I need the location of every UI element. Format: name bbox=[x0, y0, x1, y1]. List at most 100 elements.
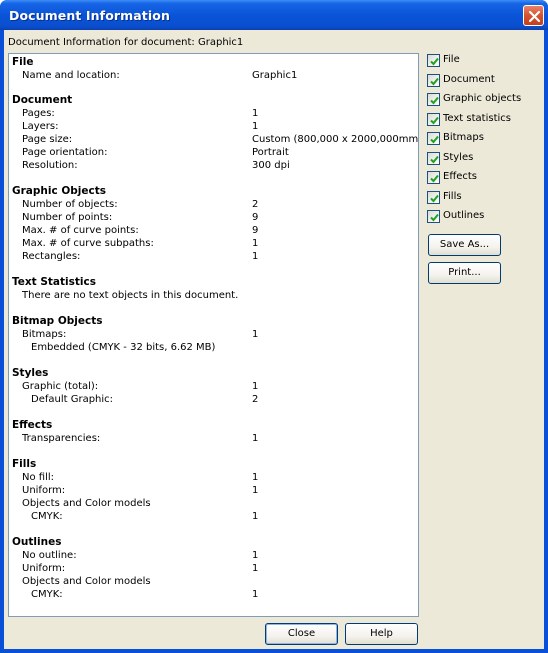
report-panel[interactable]: File Name and location: Graphic1 Document Pa… bbox=[8, 53, 419, 617]
info-value: 1 bbox=[252, 251, 259, 262]
checkmark-icon bbox=[430, 77, 439, 85]
checkmark-icon bbox=[430, 155, 439, 163]
checkmark-icon bbox=[430, 57, 439, 66]
info-label: Graphic (total): bbox=[22, 381, 99, 392]
section-title: Bitmap Objects bbox=[12, 315, 103, 327]
checkmark-icon bbox=[430, 194, 439, 202]
info-value: 1 bbox=[252, 563, 259, 574]
info-label: Number of objects: bbox=[22, 199, 118, 210]
info-text: There are no text objects in this docume… bbox=[22, 290, 239, 301]
checkbox-label: Graphic objects bbox=[443, 93, 522, 104]
checkbox-item[interactable]: Styles bbox=[427, 151, 537, 166]
info-value: 9 bbox=[252, 225, 259, 236]
info-value: 1 bbox=[252, 108, 259, 119]
info-label: Number of points: bbox=[22, 212, 113, 223]
checkbox[interactable] bbox=[427, 93, 440, 106]
info-value: 2 bbox=[252, 394, 259, 405]
info-label: Max. # of curve points: bbox=[22, 225, 139, 236]
info-text: Objects and Color models bbox=[22, 498, 151, 509]
checkbox-item[interactable]: File bbox=[427, 54, 537, 68]
close-icon bbox=[528, 10, 541, 23]
info-text: Objects and Color models bbox=[22, 576, 151, 587]
info-label: Max. # of curve subpaths: bbox=[22, 238, 154, 249]
checkbox[interactable] bbox=[427, 73, 440, 87]
info-label: Uniform: bbox=[22, 485, 66, 496]
info-value: 1 bbox=[252, 472, 259, 483]
checkbox-item[interactable]: Outlines bbox=[427, 210, 537, 224]
info-value: 1 bbox=[252, 433, 259, 444]
section-title: Outlines bbox=[12, 536, 62, 548]
checkmark-icon bbox=[430, 213, 439, 222]
checkbox[interactable] bbox=[427, 210, 440, 223]
section-title: File bbox=[12, 56, 34, 68]
checkbox-label: Fills bbox=[443, 190, 462, 202]
checkbox-label: Text statistics bbox=[443, 112, 511, 124]
info-label: Page orientation: bbox=[22, 147, 108, 158]
info-label: No fill: bbox=[22, 472, 55, 483]
checkbox-item[interactable]: Graphic objects bbox=[427, 93, 537, 107]
info-label: Rectangles: bbox=[22, 251, 81, 262]
info-label: Layers: bbox=[22, 121, 59, 132]
section-title: Text Statistics bbox=[12, 276, 96, 288]
section-title: Fills bbox=[12, 458, 37, 470]
info-text: Embedded (CMYK - 32 bits, 6.62 MB) bbox=[31, 342, 216, 353]
info-label: Page size: bbox=[22, 134, 73, 145]
info-value: 1 bbox=[252, 485, 259, 496]
checkbox-item[interactable]: Document bbox=[427, 73, 537, 88]
info-label: Transparencies: bbox=[22, 433, 101, 444]
info-value: 1 bbox=[252, 238, 259, 249]
info-label: Pages: bbox=[22, 108, 55, 119]
info-value: 1 bbox=[252, 121, 259, 132]
info-value: 1 bbox=[252, 511, 259, 522]
checkmark-icon bbox=[430, 135, 439, 144]
document-header: Document Information for document: Graph… bbox=[8, 37, 244, 48]
checkbox[interactable] bbox=[427, 132, 440, 145]
checkbox-label: Effects bbox=[443, 171, 477, 182]
checkbox-item[interactable]: Effects bbox=[427, 171, 537, 185]
info-value: 1 bbox=[252, 589, 259, 600]
checkmark-icon bbox=[430, 96, 439, 105]
checkbox-label: Bitmaps bbox=[443, 132, 484, 143]
info-value: 9 bbox=[252, 212, 259, 223]
info-value: 300 dpi bbox=[252, 160, 290, 171]
info-value: 1 bbox=[252, 381, 259, 392]
section-title: Styles bbox=[12, 367, 49, 379]
info-value: 1 bbox=[252, 550, 259, 561]
info-value: 2 bbox=[252, 199, 259, 210]
checkbox[interactable] bbox=[427, 190, 440, 204]
checkbox-label: Outlines bbox=[443, 210, 485, 221]
checkmark-icon bbox=[430, 174, 439, 183]
info-label: No outline: bbox=[22, 550, 77, 561]
checkbox-label: Document bbox=[443, 73, 495, 85]
info-value: 1 bbox=[252, 329, 259, 340]
dialog-body: Document Information for document: Graph… bbox=[4, 30, 544, 649]
checkbox[interactable] bbox=[427, 151, 440, 165]
close-button[interactable]: Close bbox=[265, 623, 338, 645]
close-window-button[interactable] bbox=[523, 5, 544, 26]
checkbox-item[interactable]: Fills bbox=[427, 190, 537, 205]
checkbox-item[interactable]: Bitmaps bbox=[427, 132, 537, 146]
checkbox[interactable] bbox=[427, 54, 440, 67]
info-label: Default Graphic: bbox=[31, 394, 114, 405]
print-button[interactable]: Print... bbox=[428, 262, 501, 284]
info-label: Uniform: bbox=[22, 563, 66, 574]
info-value: Portrait bbox=[252, 147, 289, 158]
section-title: Document bbox=[12, 94, 73, 106]
info-label: Resolution: bbox=[22, 160, 78, 171]
help-button[interactable]: Help bbox=[345, 623, 418, 645]
save-as-button[interactable]: Save As... bbox=[428, 234, 501, 256]
info-label: Name and location: bbox=[22, 70, 120, 81]
checkbox-item[interactable]: Text statistics bbox=[427, 112, 537, 127]
checkbox[interactable] bbox=[427, 171, 440, 184]
window-title: Document Information bbox=[9, 8, 170, 23]
document-information-dialog: Document Information Document Informatio… bbox=[0, 0, 548, 653]
info-value: Custom (800,000 x 2000,000mm) bbox=[252, 134, 419, 145]
title-bar[interactable]: Document Information bbox=[0, 0, 548, 30]
checkbox[interactable] bbox=[427, 112, 440, 126]
info-label: CMYK: bbox=[31, 511, 63, 522]
section-title: Effects bbox=[12, 419, 53, 431]
info-label: CMYK: bbox=[31, 589, 63, 600]
checkmark-icon bbox=[430, 116, 439, 124]
checkbox-label: File bbox=[443, 54, 460, 65]
info-value: Graphic1 bbox=[252, 70, 298, 81]
